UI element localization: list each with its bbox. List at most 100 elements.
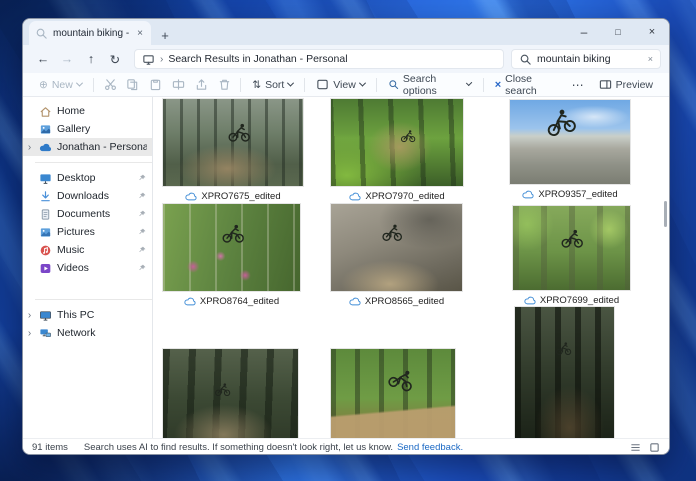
file-item[interactable]: XPRO8565_edited (331, 204, 462, 307)
photo-thumbnail (331, 204, 462, 291)
expand-chevron-icon[interactable]: › (25, 310, 34, 321)
file-grid: XPRO7675_edited XPRO7970_edited (153, 97, 669, 438)
file-name: XPRO7675_edited (201, 191, 280, 202)
delete-button[interactable] (213, 75, 236, 95)
sidebar-item-downloads[interactable]: Downloads (23, 187, 152, 205)
sidebar-item-this-pc[interactable]: › This PC (23, 306, 152, 324)
close-search-button[interactable]: × Close search (489, 75, 564, 95)
view-button-label: View (333, 79, 356, 91)
chevron-down-icon (287, 80, 294, 87)
file-name: XPRO8565_edited (365, 296, 444, 307)
this-pc-icon (39, 309, 52, 322)
sidebar-item-label: Pictures (57, 226, 132, 238)
pictures-icon (39, 226, 52, 239)
new-button[interactable]: ⊕ New (33, 75, 88, 95)
address-bar[interactable]: › Search Results in Jonathan - Personal (134, 49, 504, 69)
paste-button[interactable] (144, 75, 167, 95)
desktop-wallpaper: mountain biking - Search Res × + – □ × ←… (0, 0, 696, 481)
tab-close-icon[interactable]: × (135, 28, 145, 39)
file-item[interactable]: XPRO8764_edited (163, 204, 300, 307)
photo-thumbnail (510, 100, 630, 184)
refresh-button[interactable]: ↻ (103, 52, 127, 67)
sidebar-item-onedrive[interactable]: › Jonathan - Personal (23, 138, 152, 156)
sidebar-item-label: Downloads (57, 190, 132, 202)
maximize-button[interactable]: □ (601, 19, 635, 45)
search-options-label: Search options (403, 73, 464, 97)
file-name: XPRO7970_edited (365, 191, 444, 202)
photo-thumbnail (515, 307, 614, 438)
photo-thumbnail (163, 204, 300, 291)
clear-search-button[interactable]: × (648, 54, 653, 64)
new-tab-button[interactable]: + (155, 28, 175, 45)
navigation-pane: Home Gallery › Jonathan - P (23, 97, 153, 438)
breadcrumb-chevron-icon: › (160, 54, 163, 65)
file-item[interactable]: XPRO7970_edited (331, 99, 463, 202)
explorer-tab[interactable]: mountain biking - Search Res × (29, 21, 151, 45)
ai-search-notice: Search uses AI to find results. If somet… (84, 442, 393, 453)
view-button[interactable]: View (310, 75, 371, 95)
photo-thumbnail (163, 99, 303, 186)
close-search-label: Close search (505, 73, 557, 97)
close-button[interactable]: × (635, 19, 669, 45)
sidebar-item-label: Music (57, 244, 132, 256)
onedrive-icon (39, 141, 52, 154)
send-feedback-link[interactable]: Send feedback. (397, 442, 463, 453)
cloud-status-icon (184, 297, 196, 306)
forward-button[interactable]: → (55, 52, 79, 66)
sort-button[interactable]: ⇅ Sort (246, 75, 299, 95)
search-input[interactable]: mountain biking × (511, 49, 661, 69)
sidebar-item-music[interactable]: Music (23, 241, 152, 259)
sidebar-item-documents[interactable]: Documents (23, 205, 152, 223)
sidebar-item-pictures[interactable]: Pictures (23, 223, 152, 241)
file-item[interactable] (331, 349, 455, 438)
large-icons-view-button[interactable] (649, 442, 660, 453)
close-search-x-icon: × (495, 79, 501, 91)
chevron-down-icon (76, 80, 83, 87)
item-count: 91 items (32, 442, 68, 453)
file-caption: XPRO8565_edited (331, 296, 462, 307)
back-button[interactable]: ← (31, 52, 55, 66)
minimize-button[interactable]: – (567, 19, 601, 45)
details-view-button[interactable] (630, 442, 641, 453)
rename-button[interactable] (167, 75, 190, 95)
divider (304, 78, 305, 92)
breadcrumb: Search Results in Jonathan - Personal (168, 53, 347, 65)
photo-thumbnail (331, 99, 463, 186)
music-icon (39, 244, 52, 257)
copy-icon (126, 78, 139, 91)
cut-button[interactable] (99, 75, 122, 95)
sidebar-item-gallery[interactable]: Gallery (23, 120, 152, 138)
file-item[interactable] (515, 307, 614, 438)
file-item[interactable] (163, 349, 298, 438)
cloud-status-icon (524, 296, 536, 305)
sidebar-item-label: This PC (57, 309, 147, 321)
share-button[interactable] (190, 75, 213, 95)
preview-panel-icon (599, 78, 612, 91)
cloud-status-icon (522, 190, 534, 199)
sidebar-item-home[interactable]: Home (23, 102, 152, 120)
sidebar-divider (35, 299, 152, 300)
search-options-button[interactable]: Search options (382, 75, 478, 95)
videos-icon (39, 262, 52, 275)
preview-toggle-button[interactable]: Preview (593, 75, 659, 95)
file-item[interactable]: XPRO9357_edited (510, 100, 630, 200)
up-button[interactable]: ↑ (79, 52, 103, 66)
expand-chevron-icon[interactable]: › (25, 142, 34, 153)
vertical-scrollbar-thumb[interactable] (664, 201, 667, 227)
copy-button[interactable] (121, 75, 144, 95)
new-plus-icon: ⊕ (39, 79, 48, 91)
sidebar-item-desktop[interactable]: Desktop (23, 169, 152, 187)
more-options-button[interactable]: ⋯ (564, 78, 593, 92)
cyclist-silhouette (555, 341, 572, 356)
file-item[interactable]: XPRO7699_edited (513, 206, 630, 306)
documents-icon (39, 208, 52, 221)
file-item[interactable]: XPRO7675_edited (163, 99, 303, 202)
expand-chevron-icon[interactable]: › (25, 328, 34, 339)
sidebar-item-videos[interactable]: Videos (23, 259, 152, 277)
pin-icon (137, 227, 147, 237)
search-icon (519, 53, 532, 66)
tab-title: mountain biking - Search Res (53, 28, 130, 39)
cyclist-silhouette (381, 223, 403, 242)
sidebar-item-network[interactable]: › Network (23, 324, 152, 342)
desktop-icon (39, 172, 52, 185)
